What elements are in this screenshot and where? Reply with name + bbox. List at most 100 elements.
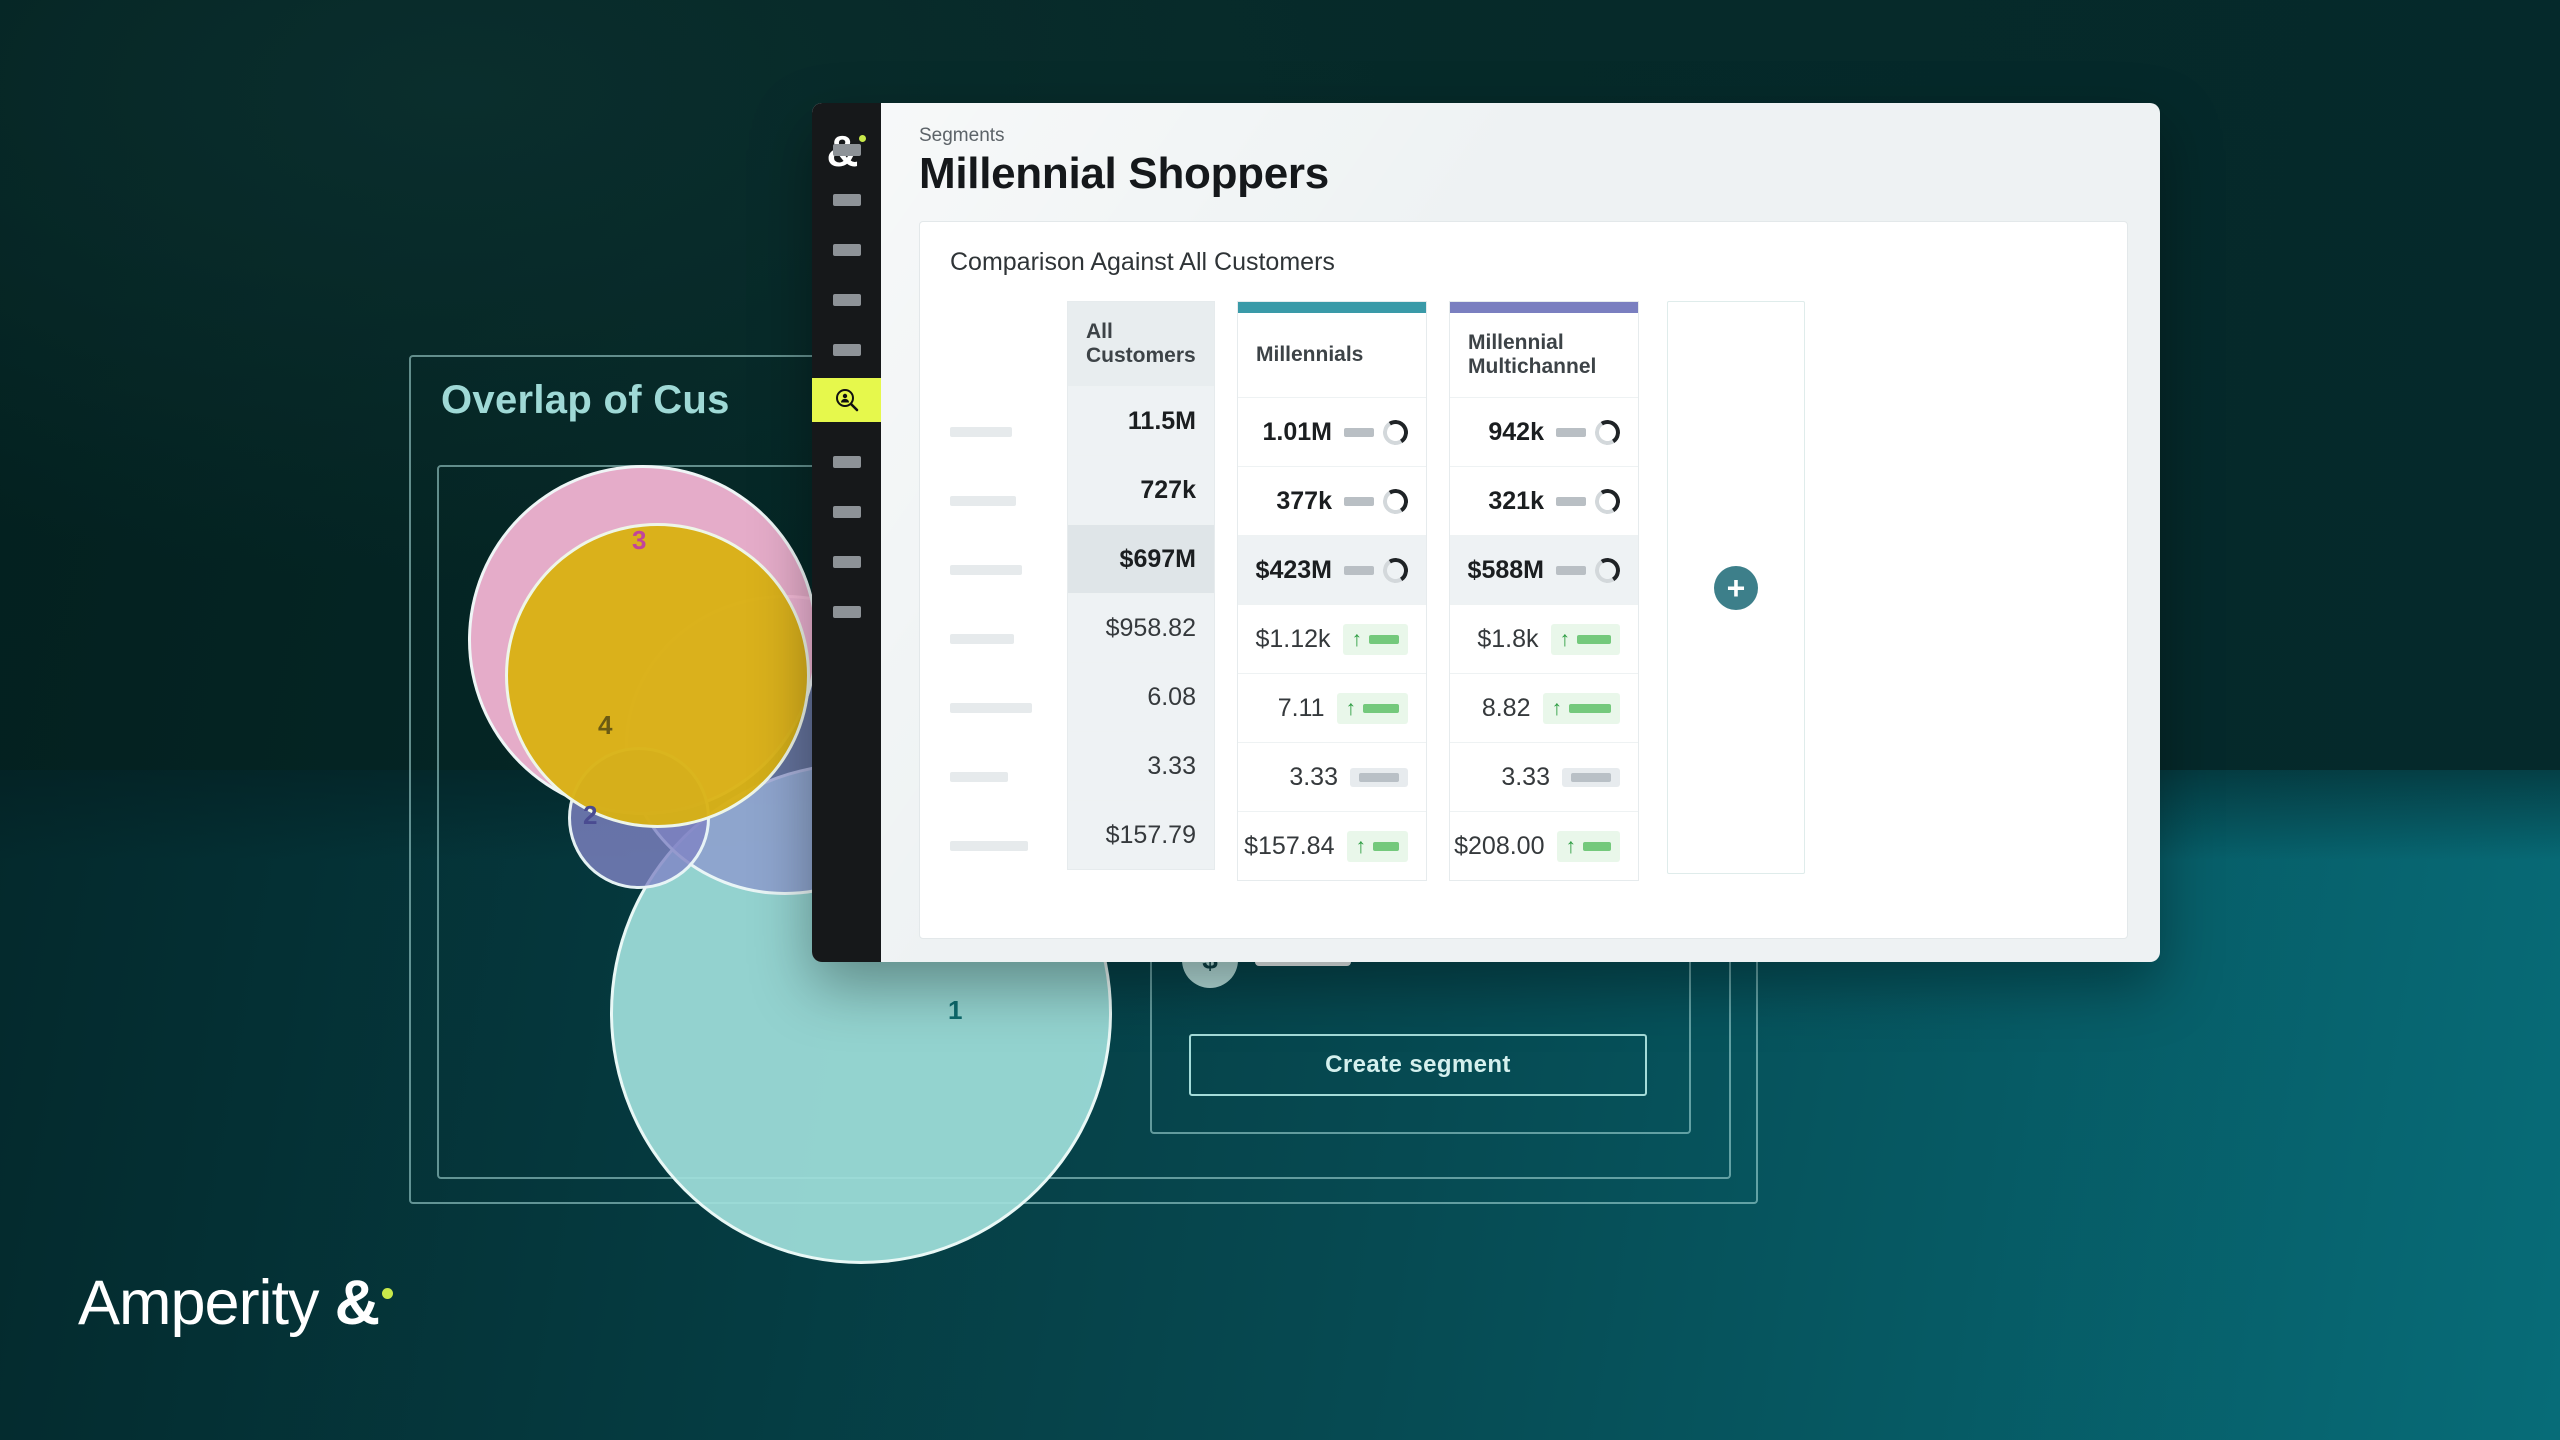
arrow-up-icon: ↑ <box>1351 627 1363 651</box>
table-cell: $1.8k ↑ <box>1450 604 1638 673</box>
sidebar-item-6[interactable] <box>812 378 881 422</box>
neutral-indicator <box>1556 486 1623 516</box>
cell-value: 377k <box>1276 486 1332 515</box>
column-accent-bar <box>1450 302 1638 313</box>
amperity-wordmark: Amperity <box>78 1268 320 1338</box>
table-cell: 3.33 <box>1450 742 1638 811</box>
trend-flat-indicator <box>1350 767 1408 787</box>
cell-value: 942k <box>1488 417 1544 446</box>
donut-progress-icon <box>1380 486 1411 516</box>
metric-label-placeholder <box>950 564 1022 575</box>
placeholder-icon <box>832 506 861 518</box>
amperity-ampersand-icon: & <box>334 1268 381 1338</box>
table-cell: 8.82 ↑ <box>1450 673 1638 742</box>
trend-up-indicator: ↑ <box>1550 623 1620 655</box>
sidebar-item-1[interactable] <box>812 128 881 172</box>
cell-value: $588M <box>1467 555 1544 584</box>
create-segment-button[interactable]: Create segment <box>1189 1034 1647 1096</box>
trend-up-indicator: ↑ <box>1542 692 1620 724</box>
table-cell: $157.84 ↑ <box>1238 811 1426 880</box>
venn-label-1: 1 <box>948 995 963 1025</box>
neutral-indicator <box>1344 555 1411 585</box>
comparison-table: All Customers 11.5M 727k $697M $958.82 6.08 3.… <box>950 301 2097 881</box>
table-cell: 7.11 ↑ <box>1238 673 1426 742</box>
sidebar-item-4[interactable] <box>812 278 881 322</box>
sidebar-item-8[interactable] <box>812 490 881 534</box>
cell-value: $1.8k <box>1477 624 1539 653</box>
cell-value: 8.82 <box>1481 693 1531 722</box>
sidebar-item-2[interactable] <box>812 178 881 222</box>
add-column-panel[interactable]: + <box>1667 301 1805 874</box>
table-cell: $697M <box>1068 524 1214 593</box>
sidebar-item-9[interactable] <box>812 540 881 584</box>
cell-value: 3.33 <box>1147 751 1196 780</box>
placeholder-icon <box>832 606 861 618</box>
cell-value: 3.33 <box>1501 762 1550 791</box>
table-cell: 11.5M <box>1068 386 1214 455</box>
table-cell: 942k <box>1450 397 1638 466</box>
sidebar-item-5[interactable] <box>812 328 881 372</box>
breadcrumb[interactable]: Segments <box>919 125 2128 147</box>
metric-label-row <box>950 742 1067 811</box>
neutral-bar-icon <box>1344 427 1374 437</box>
trend-up-indicator: ↑ <box>1556 830 1620 862</box>
neutral-bar-icon <box>1556 565 1586 575</box>
cell-value: $958.82 <box>1105 613 1196 642</box>
cell-value: $697M <box>1119 544 1196 573</box>
column-millennial-multichannel[interactable]: Millennial Multichannel 942k 321k $588M $1.8… <box>1449 301 1639 881</box>
neutral-indicator <box>1344 417 1411 447</box>
neutral-indicator <box>1556 555 1623 585</box>
column-millennials[interactable]: Millennials 1.01M 377k $423M $1.12k ↑ 7.11 ↑ 3.3… <box>1237 301 1427 881</box>
page-title: Millennial Shoppers <box>919 149 1329 198</box>
trend-bar <box>1369 634 1399 644</box>
column-all-customers[interactable]: All Customers 11.5M 727k $697M $958.82 6.08 3.… <box>1067 301 1215 870</box>
trend-bar <box>1571 772 1611 782</box>
column-header: All Customers <box>1068 302 1214 386</box>
cell-value: 727k <box>1140 475 1196 504</box>
sidebar: & <box>812 103 881 962</box>
metric-label-placeholder <box>950 495 1016 506</box>
plus-icon[interactable]: + <box>1714 565 1758 610</box>
metric-label-placeholder <box>950 426 1012 437</box>
metric-label-placeholder <box>950 840 1028 851</box>
table-cell: 377k <box>1238 466 1426 535</box>
trend-bar <box>1359 772 1399 782</box>
metric-label-placeholder <box>950 702 1032 713</box>
sidebar-item-10[interactable] <box>812 590 881 634</box>
venn-label-3: 3 <box>632 525 647 555</box>
trend-bar <box>1363 703 1399 713</box>
table-cell: 3.33 <box>1238 742 1426 811</box>
placeholder-icon <box>832 144 861 156</box>
cell-value: 1.01M <box>1262 417 1332 446</box>
placeholder-icon <box>832 344 861 356</box>
trend-bar <box>1577 634 1611 644</box>
neutral-bar-icon <box>1344 565 1374 575</box>
sidebar-item-7[interactable] <box>812 440 881 484</box>
cell-value: 321k <box>1488 486 1544 515</box>
arrow-up-icon: ↑ <box>1559 627 1571 651</box>
placeholder-icon <box>832 556 861 568</box>
cell-value: 7.11 <box>1277 693 1325 722</box>
arrow-up-icon: ↑ <box>1355 834 1367 858</box>
donut-progress-icon <box>1592 417 1623 447</box>
sidebar-item-3[interactable] <box>812 228 881 272</box>
trend-bar <box>1583 841 1611 851</box>
neutral-indicator <box>1556 417 1623 447</box>
trend-flat-indicator <box>1562 767 1620 787</box>
metric-label-row <box>950 466 1067 535</box>
venn-circle-4 <box>505 523 810 828</box>
trend-up-indicator: ↑ <box>1346 830 1408 862</box>
trend-up-indicator: ↑ <box>1336 692 1408 724</box>
table-cell: 727k <box>1068 455 1214 524</box>
cell-value: $423M <box>1255 555 1332 584</box>
metric-label-row <box>950 604 1067 673</box>
table-cell: $958.82 <box>1068 593 1214 662</box>
trend-bar <box>1373 841 1399 851</box>
metric-label-column <box>950 301 1067 880</box>
table-cell: 1.01M <box>1238 397 1426 466</box>
cell-value: $157.79 <box>1105 820 1196 849</box>
metric-label-row <box>950 397 1067 466</box>
table-cell: $208.00 ↑ <box>1450 811 1638 880</box>
segment-search-icon <box>835 389 858 412</box>
placeholder-icon <box>832 294 861 306</box>
